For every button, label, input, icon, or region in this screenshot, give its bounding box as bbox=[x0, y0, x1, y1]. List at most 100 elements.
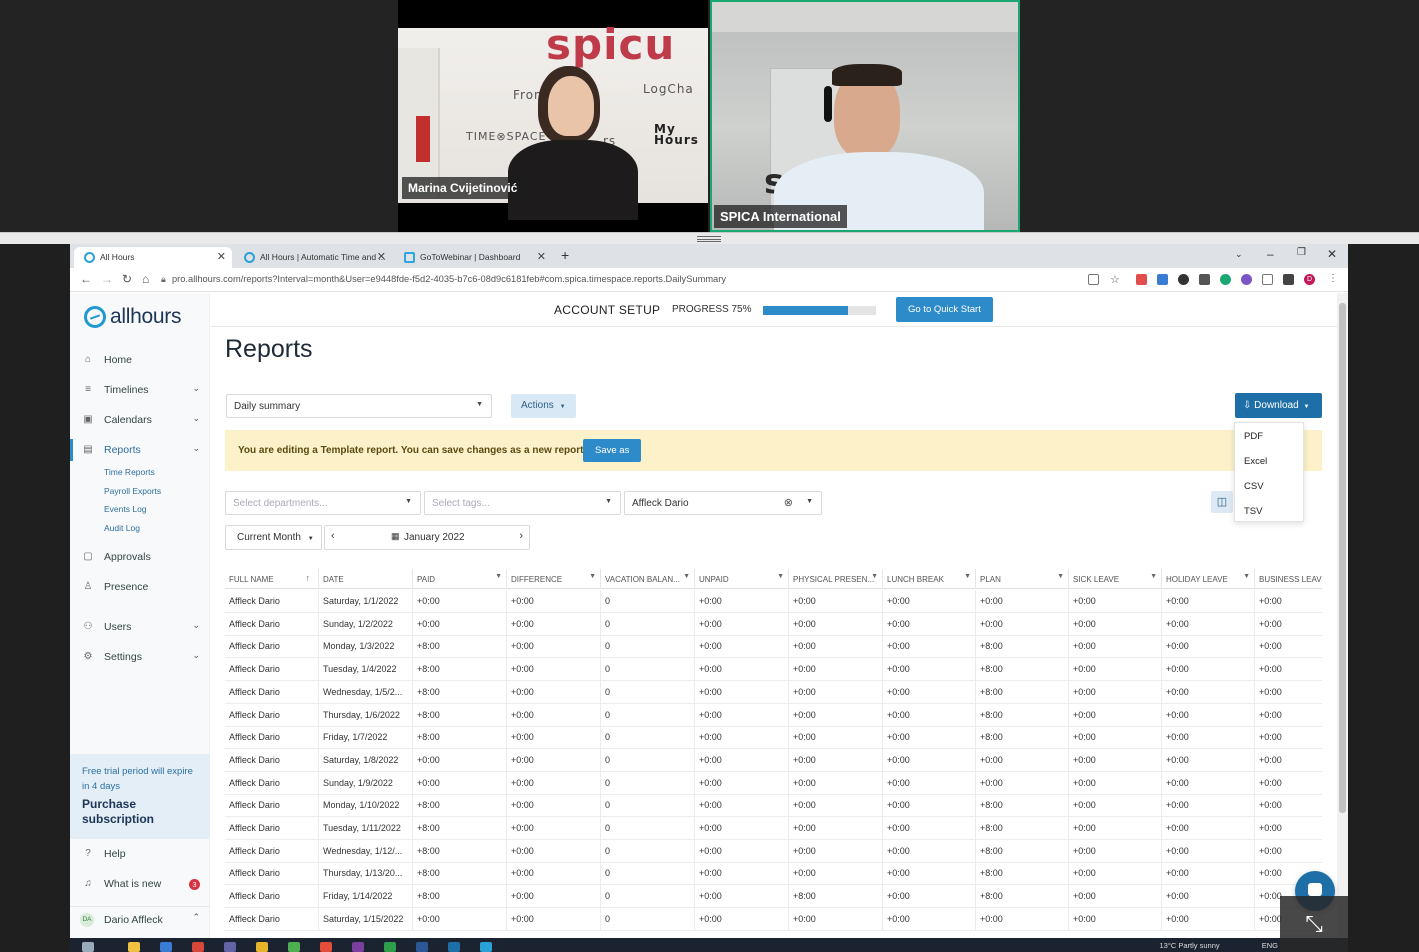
filter-icon[interactable]: ▼ bbox=[589, 573, 596, 580]
table-row[interactable]: Affleck Dario Saturday, 1/1/2022 +0:00 +0:0… bbox=[225, 590, 1322, 613]
share-icon[interactable] bbox=[1088, 274, 1099, 285]
teams-icon[interactable] bbox=[224, 942, 236, 952]
previous-period-icon[interactable]: ‹ bbox=[331, 530, 335, 542]
puzzle-icon[interactable] bbox=[1283, 274, 1294, 285]
tags-select[interactable]: Select tags... ▼ bbox=[424, 491, 621, 515]
column-header[interactable]: DATE bbox=[319, 569, 413, 589]
column-header[interactable]: FULL NAME ↑ bbox=[225, 569, 319, 589]
date-label[interactable]: January 2022 bbox=[404, 532, 465, 543]
table-row[interactable]: Affleck Dario Tuesday, 1/4/2022 +8:00 +0:00… bbox=[225, 658, 1322, 682]
column-header[interactable]: SICK LEAVE ▼ bbox=[1069, 569, 1162, 589]
column-header[interactable]: UNPAID ▼ bbox=[695, 569, 789, 589]
filter-icon[interactable]: ▼ bbox=[777, 573, 784, 580]
clear-filter-icon[interactable]: ⊗ bbox=[784, 496, 793, 509]
weather-text[interactable]: 13°C Partly sunny bbox=[1160, 941, 1220, 950]
extension-icon[interactable] bbox=[1136, 274, 1147, 285]
sidebar-item-timelines[interactable]: ≡ Timelines ⌄ bbox=[70, 379, 210, 401]
outlook-icon[interactable] bbox=[448, 942, 460, 952]
calendar-icon[interactable]: ▦ bbox=[391, 531, 400, 542]
column-header[interactable]: PAID ▼ bbox=[413, 569, 507, 589]
close-tab-icon[interactable]: ✕ bbox=[217, 250, 226, 263]
column-header[interactable]: DIFFERENCE ▼ bbox=[507, 569, 601, 589]
filter-icon[interactable]: ▼ bbox=[683, 573, 690, 580]
forward-icon[interactable]: → bbox=[101, 272, 113, 286]
go-to-quick-start-button[interactable]: Go to Quick Start bbox=[896, 297, 993, 322]
collapse-arrows-icon[interactable]: ⤡ bbox=[1280, 896, 1348, 952]
sidebar-item-users[interactable]: ⚇ Users ⌄ bbox=[70, 616, 210, 638]
windows-start-icon[interactable] bbox=[82, 942, 94, 952]
download-option-pdf[interactable]: PDF bbox=[1244, 431, 1263, 442]
browser-tab[interactable]: All Hours ✕ bbox=[74, 247, 232, 268]
column-header[interactable]: PHYSICAL PRESEN... ▼ bbox=[789, 569, 883, 589]
new-tab-icon[interactable]: + bbox=[561, 247, 569, 263]
file-explorer-icon[interactable] bbox=[128, 942, 140, 952]
edge-icon[interactable] bbox=[160, 942, 172, 952]
extension-icon[interactable] bbox=[1220, 274, 1231, 285]
sidebar-item-settings[interactable]: ⚙ Settings ⌄ bbox=[70, 646, 210, 668]
reload-icon[interactable]: ↻ bbox=[122, 272, 132, 286]
onenote-icon[interactable] bbox=[352, 942, 364, 952]
table-row[interactable]: Affleck Dario Wednesday, 1/12/... +8:00 +0:… bbox=[225, 839, 1322, 863]
filter-icon[interactable]: ▼ bbox=[871, 573, 878, 580]
filter-icon[interactable]: ▼ bbox=[1057, 573, 1064, 580]
browser-tab[interactable]: All Hours | Automatic Time and ... ✕ bbox=[234, 247, 392, 268]
purchase-subscription-link[interactable]: Purchase subscription bbox=[82, 797, 202, 827]
extension-icon[interactable] bbox=[1241, 274, 1252, 285]
app-icon[interactable] bbox=[256, 942, 268, 952]
lock-icon[interactable]: 🔒︎ bbox=[161, 274, 166, 285]
minimize-icon[interactable]: – bbox=[1267, 247, 1274, 261]
sidebar-subitem-time-reports[interactable]: Time Reports bbox=[104, 467, 155, 477]
url-input[interactable]: pro.allhours.com/reports?Interval=month&… bbox=[172, 274, 726, 284]
extension-icon[interactable] bbox=[1178, 274, 1189, 285]
download-button[interactable]: ⇩ Download ▼ bbox=[1235, 393, 1322, 418]
table-row[interactable]: Affleck Dario Sunday, 1/2/2022 +0:00 +0:00 0… bbox=[225, 612, 1322, 636]
table-row[interactable]: Affleck Dario Thursday, 1/13/20... +8:00 +0… bbox=[225, 862, 1322, 886]
panel-splitter[interactable] bbox=[0, 232, 1419, 244]
app-icon[interactable] bbox=[384, 942, 396, 952]
scrollbar-thumb[interactable] bbox=[1339, 303, 1346, 813]
save-as-button[interactable]: Save as bbox=[583, 439, 642, 462]
browser-tab[interactable]: GoToWebinar | Dashboard ✕ bbox=[394, 247, 552, 268]
allhours-logo[interactable]: allhours bbox=[84, 305, 181, 329]
column-header[interactable]: HOLIDAY LEAVE ▼ bbox=[1162, 569, 1255, 589]
kebab-menu-icon[interactable]: ⋮ bbox=[1328, 273, 1338, 284]
sort-ascending-icon[interactable]: ↑ bbox=[306, 573, 311, 583]
table-row[interactable]: Affleck Dario Tuesday, 1/11/2022 +8:00 +0:0… bbox=[225, 817, 1322, 840]
table-row[interactable]: Affleck Dario Friday, 1/14/2022 +8:00 +0:00… bbox=[225, 885, 1322, 909]
sidebar-item-calendars[interactable]: ▣ Calendars ⌄ bbox=[70, 409, 210, 431]
table-row[interactable]: Affleck Dario Thursday, 1/6/2022 +8:00 +0:0… bbox=[225, 703, 1322, 727]
column-chooser-icon[interactable]: ◫ bbox=[1211, 491, 1233, 513]
profile-avatar[interactable]: D bbox=[1304, 274, 1315, 285]
filter-icon[interactable]: ▼ bbox=[964, 573, 971, 580]
pocket-icon[interactable] bbox=[1262, 274, 1273, 285]
bookmark-star-icon[interactable]: ☆ bbox=[1110, 273, 1120, 286]
sidebar-subitem-payroll-exports[interactable]: Payroll Exports bbox=[104, 486, 161, 496]
sidebar-subitem-audit-log[interactable]: Audit Log bbox=[104, 523, 140, 533]
home-icon[interactable]: ⌂ bbox=[142, 272, 149, 286]
next-period-icon[interactable]: › bbox=[519, 530, 523, 542]
video-tile-participant-1[interactable]: spicu Frontm LogCha TIME⊗SPACE rs My Hou… bbox=[398, 0, 708, 232]
table-row[interactable]: Affleck Dario Wednesday, 1/5/2... +8:00 +0:… bbox=[225, 680, 1322, 704]
column-header[interactable]: BUSINESS LEAVE bbox=[1255, 569, 1322, 589]
drag-handle-icon[interactable] bbox=[697, 236, 721, 242]
close-tab-icon[interactable]: ✕ bbox=[537, 250, 546, 263]
table-row[interactable]: Affleck Dario Friday, 1/7/2022 +8:00 +0:00 0… bbox=[225, 726, 1322, 750]
actions-dropdown-button[interactable]: Actions ▼ bbox=[511, 394, 576, 418]
sidebar-item-whats-new[interactable]: ♫ What is new 3 bbox=[70, 873, 210, 895]
extension-icon[interactable] bbox=[1157, 274, 1168, 285]
download-option-tsv[interactable]: TSV bbox=[1244, 506, 1262, 517]
sidebar-subitem-events-log[interactable]: Events Log bbox=[104, 504, 147, 514]
restore-icon[interactable]: ❐ bbox=[1297, 247, 1306, 258]
filter-icon[interactable]: ▼ bbox=[1243, 573, 1250, 580]
video-tile-participant-2[interactable]: sp SPICA International bbox=[710, 0, 1020, 232]
filter-icon[interactable]: ▼ bbox=[1150, 573, 1157, 580]
tab-search-icon[interactable]: ⌄ bbox=[1235, 249, 1243, 260]
app-icon[interactable] bbox=[320, 942, 332, 952]
sidebar-item-approvals[interactable]: ▢ Approvals bbox=[70, 546, 210, 568]
chrome-icon[interactable] bbox=[288, 942, 300, 952]
download-option-excel[interactable]: Excel bbox=[1244, 456, 1267, 467]
sidebar-item-presence[interactable]: ♙ Presence bbox=[70, 576, 210, 598]
period-select[interactable]: Current Month ▼ bbox=[225, 525, 322, 550]
sidebar-item-reports[interactable]: ▤ Reports ⌄ bbox=[70, 439, 210, 461]
word-icon[interactable] bbox=[416, 942, 428, 952]
